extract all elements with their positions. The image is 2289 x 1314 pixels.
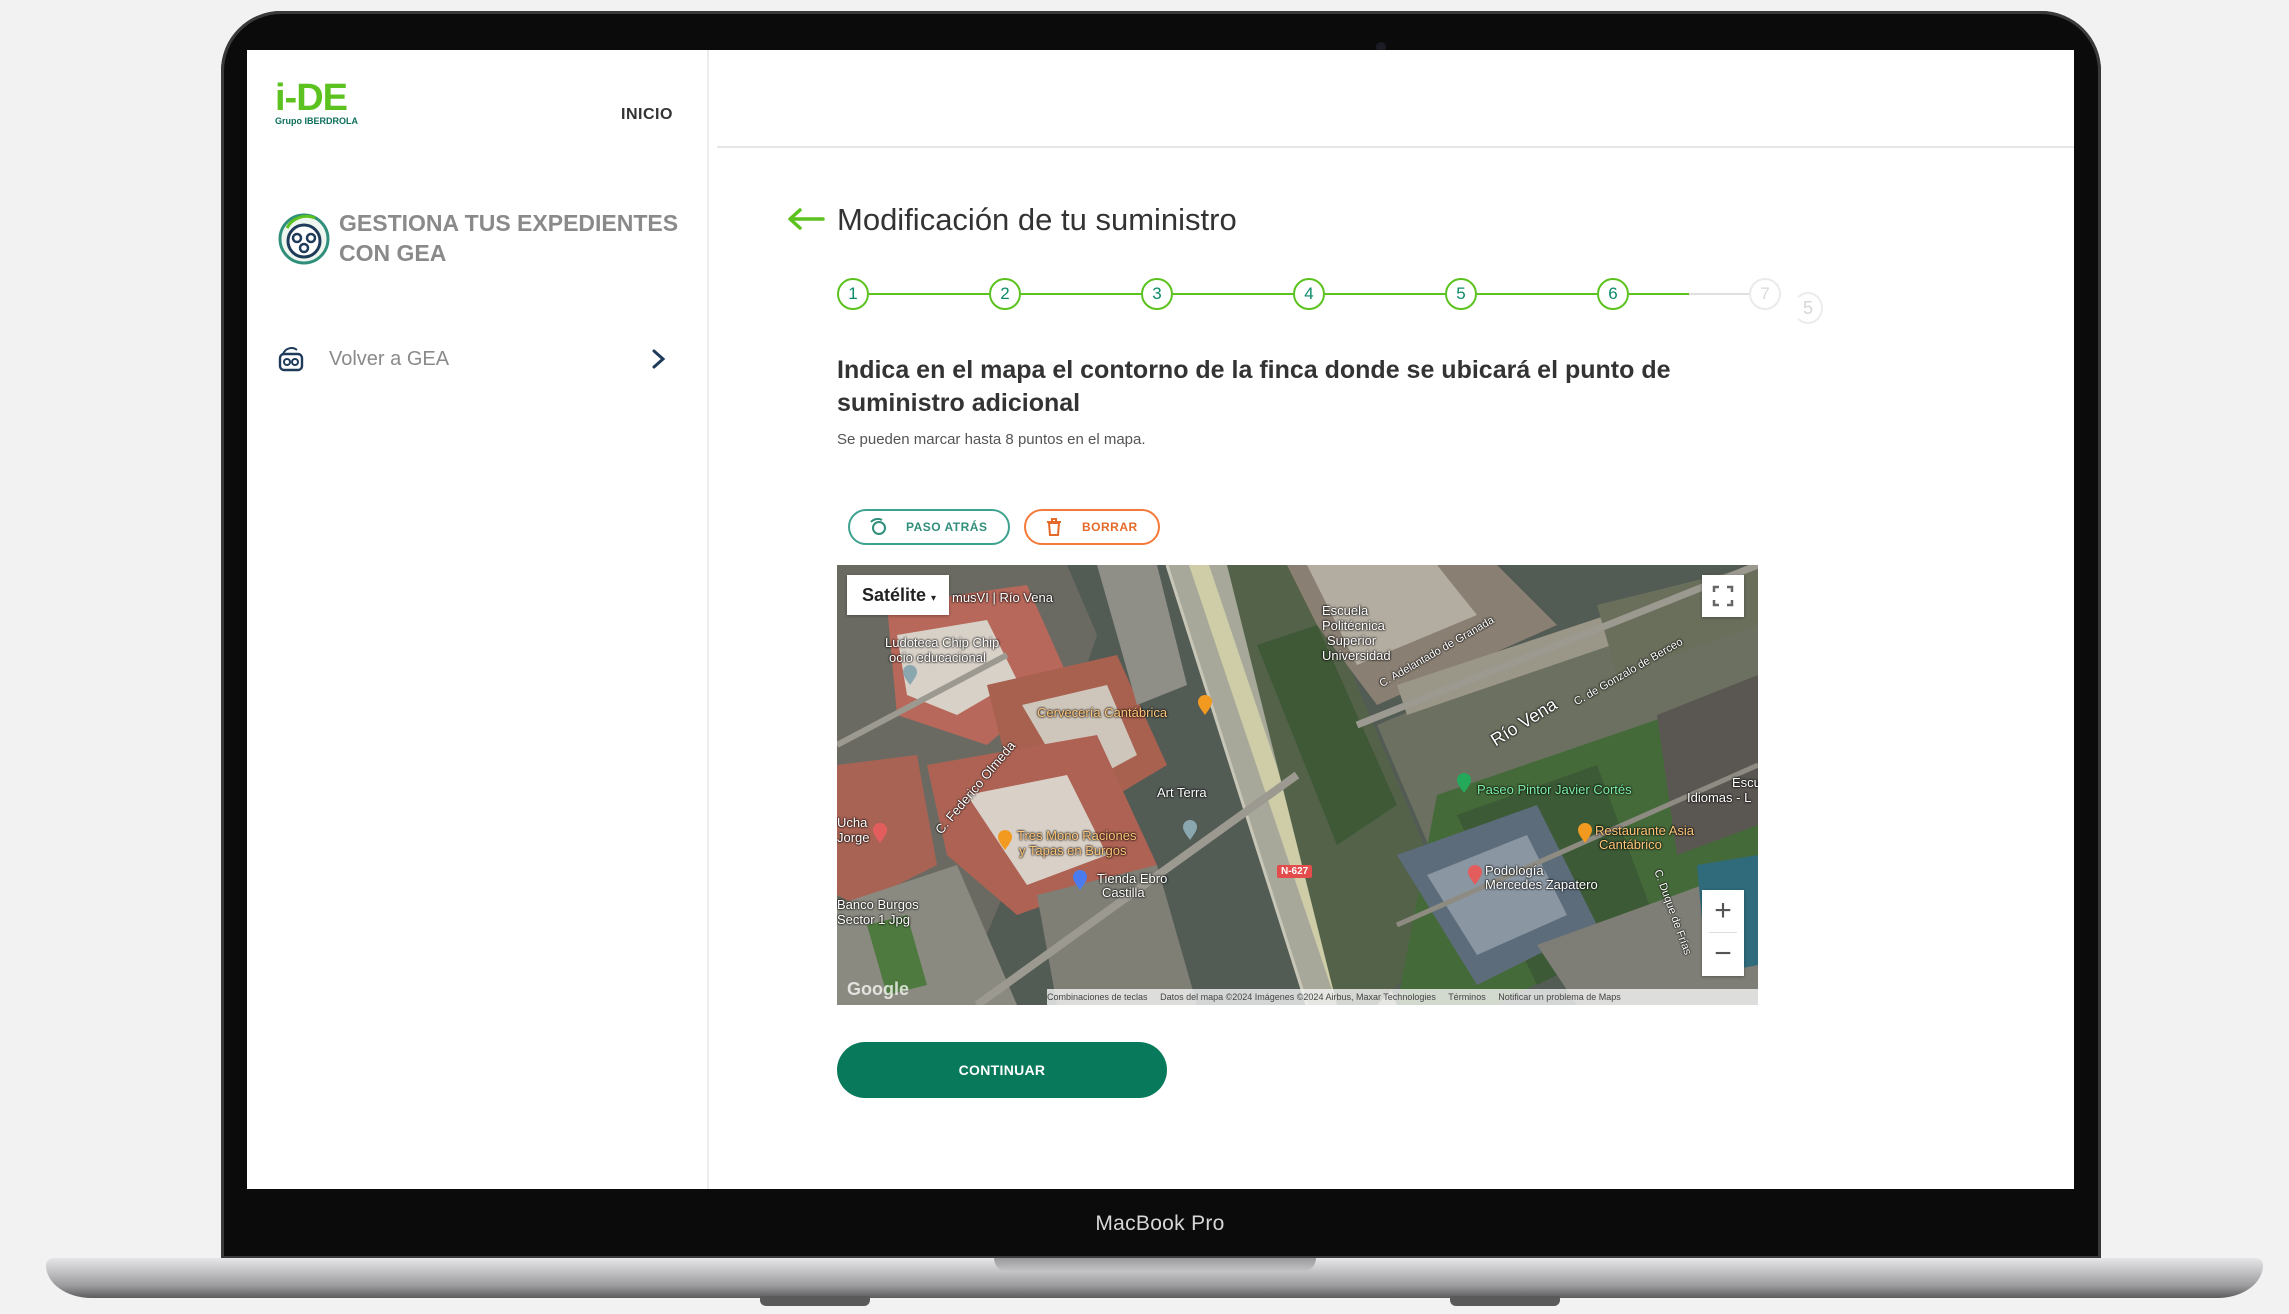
store-pin-icon[interactable] [1072,870,1088,890]
logo-subtext: Grupo IBERDROLA [275,116,358,126]
map-type-label: Satélite [862,585,927,605]
satellite-map[interactable]: Satélite ▾ musVI | Río Vena Ludoteca Chi… [837,565,1758,1005]
step-6: 6 [1597,278,1629,310]
fullscreen-icon [1712,585,1734,607]
gea-small-icon [278,347,304,372]
chevron-right-icon [652,349,666,369]
progress-stepper: 1 2 3 4 5 6 7 5 [837,278,1937,338]
place-pin-icon[interactable] [902,665,918,685]
google-logo: Google [847,979,909,999]
map-type-selector[interactable]: Satélite ▾ [847,575,949,615]
road-number-badge: N-627 [1277,865,1313,878]
map-poi-label: Ucha [837,815,868,830]
fullscreen-button[interactable] [1702,575,1744,617]
health-pin-icon[interactable] [1467,865,1483,885]
step-extra-ghost: 5 [1793,292,1823,324]
step-3: 3 [1141,278,1173,310]
map-instruction: Indica en el mapa el contorno de la finc… [837,356,1671,417]
map-poi-label: Universidad [1322,648,1391,663]
map-poi-label: Banco Burgos [837,897,919,912]
map-poi-label: Tienda Ebro [1097,871,1168,886]
map-poi-label: Cantábrico [1599,837,1662,852]
keyboard-shortcuts-link[interactable]: Combinaciones de teclas [1047,992,1148,1002]
map-poi-label: Jorge [837,830,870,845]
delete-label: BORRAR [1082,520,1138,534]
map-poi-label: Tres Mono Raciones [1017,828,1137,843]
step-1: 1 [837,278,869,310]
dropdown-arrow-icon: ▾ [931,593,937,604]
map-poi-label: Art Terra [1157,785,1207,800]
map-poi-label: Ludoteca Chip Chip [885,635,1000,650]
step-connector [1477,293,1597,295]
logo-text: i-DE [275,77,348,119]
gea-section-title: GESTIONA TUS EXPEDIENTES CON GEA [339,210,679,266]
step-connector [1021,293,1141,295]
map-poi-label: Restaurante Asia [1595,823,1695,838]
laptop-notch [994,1258,1316,1272]
sidebar: i-DE Grupo IBERDROLA INICIO GESTIONA TUS… [247,50,709,1189]
zoom-controls: + − [1702,890,1744,976]
map-poi-label: Politécnica [1322,618,1385,633]
map-poi-label: Superior [1327,633,1377,648]
map-poi-label: Idiomas - L [1687,790,1752,805]
map-instruction-note: Se pueden marcar hasta 8 puntos en el ma… [837,431,1146,448]
map-poi-label: Podología [1485,863,1544,878]
place-pin-icon[interactable] [1182,820,1198,840]
gea-section-header: GESTIONA TUS EXPEDIENTES CON GEA [277,208,687,278]
map-attribution: Combinaciones de teclas Datos del mapa ©… [1047,989,1758,1005]
map-poi-label: Escu [1732,775,1758,790]
back-to-gea-link[interactable]: Volver a GEA [277,342,677,378]
step-back-label: PASO ATRÁS [906,520,988,534]
delete-button[interactable]: BORRAR [1024,509,1160,545]
step-connector [1325,293,1445,295]
map-data-credit: Datos del mapa ©2024 Imágenes ©2024 Airb… [1160,992,1436,1002]
step-5: 5 [1445,278,1477,310]
report-problem-link[interactable]: Notificar un problema de Maps [1498,992,1621,1002]
map-poi-label: Cervecería Cantábrica [1037,705,1168,720]
map-poi-label: Escuela [1322,603,1369,618]
step-4: 4 [1293,278,1325,310]
browser-screen: i-DE Grupo IBERDROLA INICIO GESTIONA TUS… [247,50,2074,1189]
zoom-in-button[interactable]: + [1702,890,1744,932]
step-connector [869,293,989,295]
back-to-gea-label: Volver a GEA [329,348,450,370]
map-poi-label: Sector 1 Jpg [837,912,910,927]
map-poi-label: Paseo Pintor Javier Cortés [1477,782,1632,797]
terms-link[interactable]: Términos [1448,992,1486,1002]
device-label: MacBook Pro [1095,1212,1225,1235]
food-pin-icon[interactable] [1577,823,1593,843]
step-connector-pending [1689,293,1749,295]
trash-icon [1047,518,1061,536]
page-title: Modificación de tu suministro [837,202,1237,237]
step-connector [1629,293,1689,295]
zoom-out-button[interactable]: − [1702,933,1744,975]
step-connector [1173,293,1293,295]
continue-button[interactable]: CONTINUAR [837,1042,1167,1098]
map-poi-label: Mercedes Zapatero [1485,877,1598,892]
step-2: 2 [989,278,1021,310]
undo-icon [870,518,886,535]
laptop-foot [760,1296,870,1306]
map-poi-label: ocio educacional [889,650,986,665]
gea-icon [278,213,330,265]
park-pin-icon[interactable] [1456,773,1472,793]
nav-home-link[interactable]: INICIO [621,106,673,124]
back-arrow-icon[interactable] [787,207,825,231]
food-pin-icon[interactable] [997,830,1013,850]
map-poi-label: Castilla [1102,885,1145,900]
top-bar [717,50,2074,148]
shop-pin-icon[interactable] [872,823,888,843]
step-7: 7 [1749,278,1781,310]
map-poi-label: y Tapas en Burgos [1019,843,1127,858]
laptop-foot [1450,1296,1560,1306]
ide-logo[interactable]: i-DE Grupo IBERDROLA [275,78,375,138]
step-back-button[interactable]: PASO ATRÁS [848,509,1010,545]
food-pin-icon[interactable] [1197,695,1213,715]
map-poi-label: musVI | Río Vena [952,590,1053,605]
